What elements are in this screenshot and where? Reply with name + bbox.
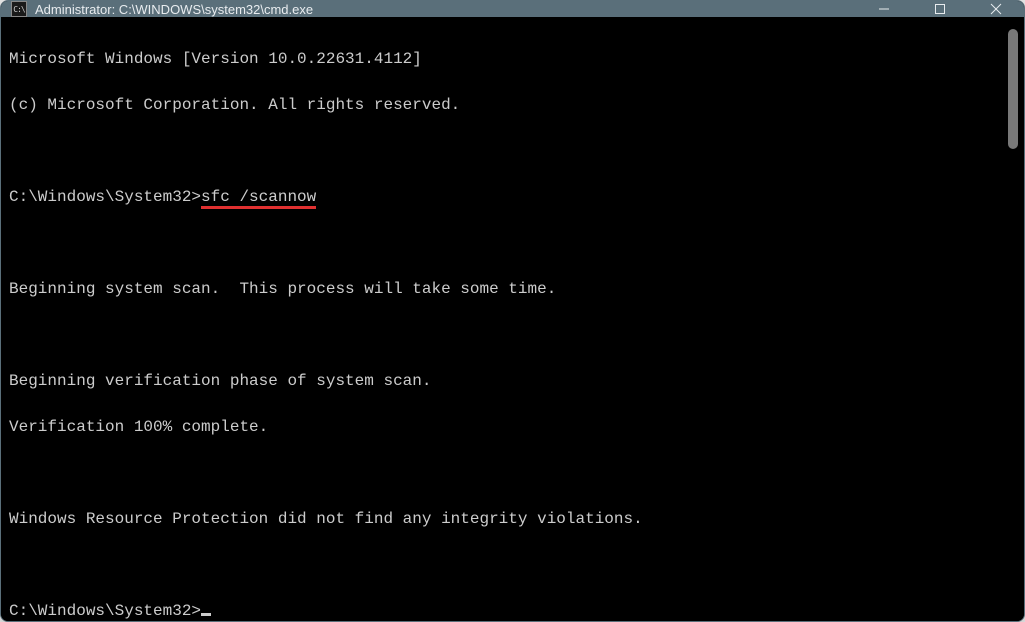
copyright-line: (c) Microsoft Corporation. All rights re… [9, 94, 1006, 117]
titlebar[interactable]: C:\ Administrator: C:\WINDOWS\system32\c… [1, 1, 1024, 17]
prompt-line-1: C:\Windows\System32>sfc /scannow [9, 186, 1006, 209]
blank-line [9, 232, 1006, 255]
begin-scan-line: Beginning system scan. This process will… [9, 278, 1006, 301]
window-title: Administrator: C:\WINDOWS\system32\cmd.e… [35, 2, 856, 17]
command-highlighted: sfc /scannow [201, 188, 316, 209]
prompt-path: C:\Windows\System32> [9, 602, 201, 620]
prompt-line-2: C:\Windows\System32> [9, 600, 1006, 622]
close-icon [990, 3, 1002, 15]
cmd-icon: C:\ [11, 1, 27, 17]
verify-complete-line: Verification 100% complete. [9, 416, 1006, 439]
maximize-icon [934, 3, 946, 15]
scrollbar-thumb[interactable] [1008, 29, 1018, 149]
close-button[interactable] [968, 1, 1024, 17]
blank-line [9, 554, 1006, 577]
result-line: Windows Resource Protection did not find… [9, 508, 1006, 531]
begin-verify-line: Beginning verification phase of system s… [9, 370, 1006, 393]
scrollbar[interactable] [1006, 25, 1020, 622]
minimize-button[interactable] [856, 1, 912, 17]
window-controls [856, 1, 1024, 17]
version-line: Microsoft Windows [Version 10.0.22631.41… [9, 48, 1006, 71]
maximize-button[interactable] [912, 1, 968, 17]
terminal-area[interactable]: Microsoft Windows [Version 10.0.22631.41… [1, 17, 1024, 622]
blank-line [9, 140, 1006, 163]
minimize-icon [878, 3, 890, 15]
blank-line [9, 324, 1006, 347]
cmd-window: C:\ Administrator: C:\WINDOWS\system32\c… [0, 0, 1025, 622]
terminal-output: Microsoft Windows [Version 10.0.22631.41… [9, 25, 1006, 622]
blank-line [9, 462, 1006, 485]
cursor-icon [201, 613, 211, 616]
prompt-path: C:\Windows\System32> [9, 188, 201, 206]
